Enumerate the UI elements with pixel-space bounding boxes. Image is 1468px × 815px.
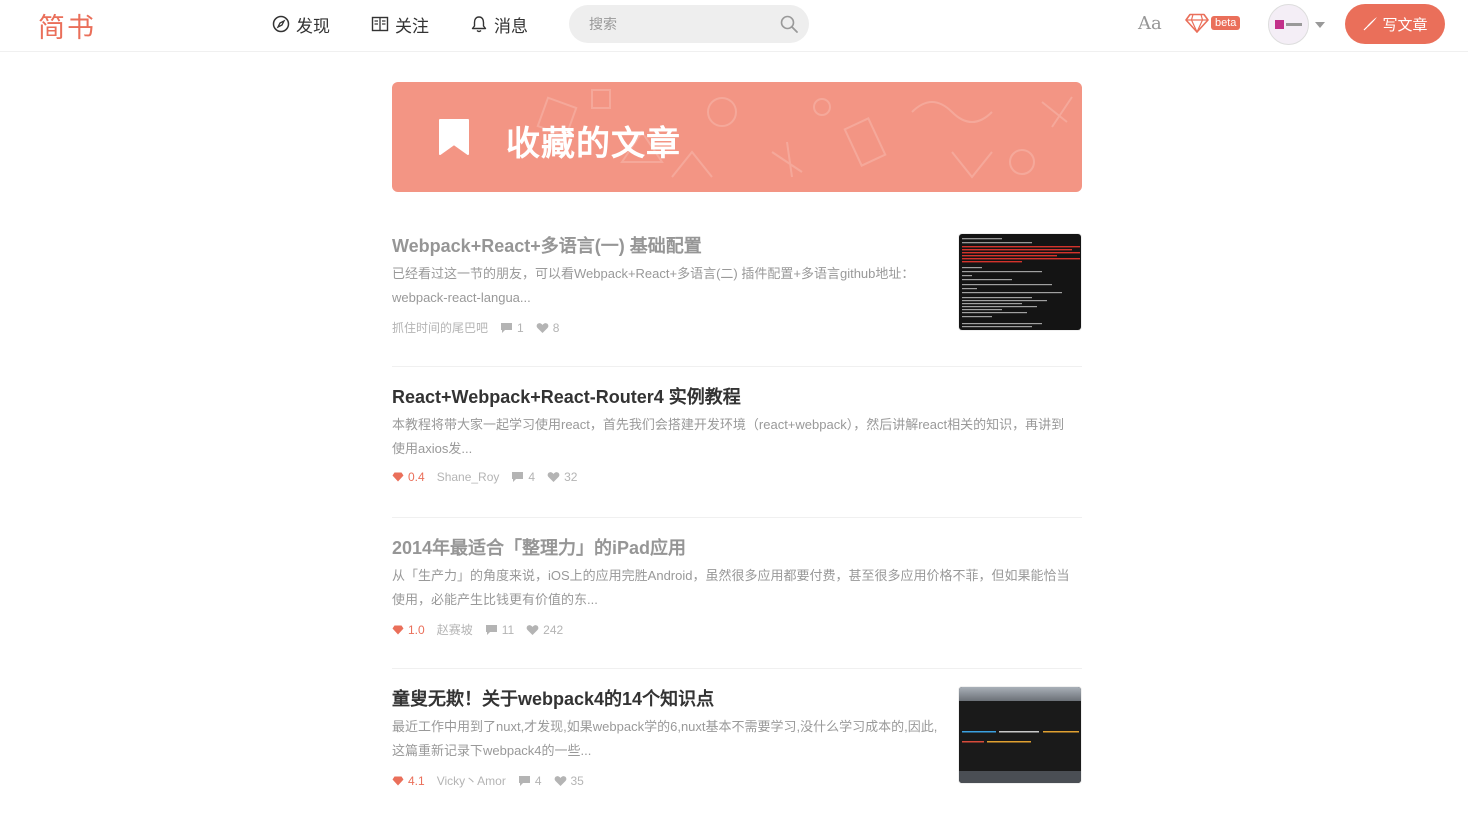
jianshu-logo[interactable]: 简书 xyxy=(38,6,96,45)
article-meta: 0.4 Shane_Roy 4 32 xyxy=(392,470,589,484)
top-navbar: 简书 发现 关注 消息 Aa xyxy=(0,0,1468,52)
write-article-label: 写文章 xyxy=(1382,16,1428,34)
abstract-line: 从「生产力」的角度来说，iOS上的应用完胜Android，虽然很多应用都要付费，… xyxy=(392,568,1070,583)
abstract-line: 这篇重新记录下webpack4的一些... xyxy=(392,743,592,758)
article-abstract: 已经看过这一节的朋友，可以看Webpack+React+多语言(二) 插件配置+… xyxy=(392,262,914,310)
diamond-icon xyxy=(392,472,404,482)
like-count: 35 xyxy=(570,773,584,788)
jsd-reward: 0.4 xyxy=(392,470,425,484)
comment-icon xyxy=(512,472,524,482)
like-count: 32 xyxy=(564,470,578,484)
comment-icon xyxy=(485,624,497,635)
abstract-line: 本教程将带大家一起学习使用react，首先我们会搭建开发环境（react+web… xyxy=(392,417,1065,432)
article-meta: 4.1 Vicky丶Amor 4 35 xyxy=(392,772,596,789)
nav-messages[interactable]: 消息 xyxy=(470,12,528,36)
list-item: 童叟无欺！关于webpack4的14个知识点 最近工作中用到了nuxt,才发现,… xyxy=(392,669,1082,815)
list-item: React+Webpack+React-Router4 实例教程 本教程将带大家… xyxy=(392,367,1082,518)
likes: 32 xyxy=(547,470,577,484)
nav-discover[interactable]: 发现 xyxy=(272,12,330,36)
article-meta: 1.0 赵赛坡 11 242 xyxy=(392,621,575,638)
webpack-screenshot-image xyxy=(959,687,1081,783)
bookmark-icon xyxy=(439,119,469,155)
comments-link[interactable]: 4 xyxy=(511,470,535,484)
nav-follow[interactable]: 关注 xyxy=(371,12,429,36)
jsd-value: 4.1 xyxy=(408,773,425,788)
abstract-line: 使用，必能产生比钱更有价值的东... xyxy=(392,592,598,607)
article-thumbnail[interactable] xyxy=(958,233,1082,331)
jsd-reward: 4.1 xyxy=(392,774,425,788)
jsd-value: 1.0 xyxy=(408,622,425,637)
heart-icon xyxy=(526,624,539,635)
bell-icon xyxy=(471,16,487,33)
jsd-reward: 1.0 xyxy=(392,623,425,637)
article-title[interactable]: Webpack+React+多语言(一) 基础配置 xyxy=(392,232,702,258)
search-icon[interactable] xyxy=(779,14,799,34)
like-count: 242 xyxy=(543,622,564,637)
likes: 242 xyxy=(526,623,563,637)
beta-badge: beta xyxy=(1211,16,1241,30)
avatar-logo-mark xyxy=(1274,20,1284,29)
avatar[interactable] xyxy=(1268,4,1309,45)
author-link[interactable]: Shane_Roy xyxy=(437,470,500,484)
likes: 8 xyxy=(536,320,560,335)
nav-messages-label: 消息 xyxy=(494,16,528,36)
diamond-icon xyxy=(392,625,404,634)
avatar-logo-text xyxy=(1285,23,1302,26)
search-input[interactable] xyxy=(569,5,769,43)
user-menu[interactable] xyxy=(1268,4,1325,45)
likes: 35 xyxy=(554,774,584,788)
search-box xyxy=(569,5,809,43)
author-link[interactable]: Vicky丶Amor xyxy=(437,772,506,789)
book-icon xyxy=(371,16,389,32)
pen-icon xyxy=(1364,17,1378,31)
diamond-icon xyxy=(1185,13,1209,33)
article-list: Webpack+React+多语言(一) 基础配置 已经看过这一节的朋友，可以看… xyxy=(392,216,1082,815)
article-abstract: 最近工作中用到了nuxt,才发现,如果webpack学的6,nuxt基本不需要学… xyxy=(392,715,937,763)
abstract-line: 已经看过这一节的朋友，可以看Webpack+React+多语言(二) 插件配置+… xyxy=(392,266,915,281)
chevron-down-icon xyxy=(1315,21,1325,28)
nav-follow-label: 关注 xyxy=(395,16,429,36)
abstract-line: webpack-react-langua... xyxy=(392,290,531,305)
comment-count: 11 xyxy=(501,622,515,637)
list-item: 2014年最适合「整理力」的iPad应用 从「生产力」的角度来说，iOS上的应用… xyxy=(392,518,1082,669)
list-item: Webpack+React+多语言(一) 基础配置 已经看过这一节的朋友，可以看… xyxy=(392,216,1082,367)
author-link[interactable]: 抓住时间的尾巴吧 xyxy=(392,319,488,336)
article-title[interactable]: 2014年最适合「整理力」的iPad应用 xyxy=(392,534,686,560)
abstract-line: 使用axios发... xyxy=(392,441,473,456)
article-title[interactable]: 童叟无欺！关于webpack4的14个知识点 xyxy=(392,685,714,711)
comment-count: 1 xyxy=(517,320,524,335)
comments-link[interactable]: 1 xyxy=(500,321,524,335)
article-title[interactable]: React+Webpack+React-Router4 实例教程 xyxy=(392,383,741,409)
font-settings-button[interactable]: Aa xyxy=(1138,13,1162,34)
nav-discover-label: 发现 xyxy=(296,16,330,36)
jsd-value: 0.4 xyxy=(408,470,425,484)
heart-icon xyxy=(536,322,549,333)
avatar-image xyxy=(1274,20,1303,30)
banner-pattern xyxy=(536,89,1073,179)
comment-count: 4 xyxy=(534,773,542,788)
article-thumbnail[interactable] xyxy=(958,686,1082,784)
collection-banner: 收藏的文章 xyxy=(392,82,1082,192)
comment-count: 4 xyxy=(528,470,536,484)
article-abstract: 从「生产力」的角度来说，iOS上的应用完胜Android，虽然很多应用都要付费，… xyxy=(392,564,1069,612)
write-article-button[interactable]: 写文章 xyxy=(1345,4,1445,44)
diamond-icon xyxy=(392,776,404,785)
comments-link[interactable]: 4 xyxy=(518,774,542,788)
abstract-line: 最近工作中用到了nuxt,才发现,如果webpack学的6,nuxt基本不需要学… xyxy=(392,719,938,734)
comment-icon xyxy=(518,775,530,786)
heart-icon xyxy=(547,472,560,482)
article-meta: 抓住时间的尾巴吧 1 8 xyxy=(392,319,571,336)
terminal-screenshot-image xyxy=(959,234,1081,330)
heart-icon xyxy=(554,775,566,786)
comment-icon xyxy=(501,322,513,333)
compass-icon xyxy=(272,15,290,33)
author-link[interactable]: 赵赛坡 xyxy=(437,621,473,638)
beta-diamond-link[interactable]: beta xyxy=(1185,13,1241,33)
like-count: 8 xyxy=(552,320,560,335)
article-abstract: 本教程将带大家一起学习使用react，首先我们会搭建开发环境（react+web… xyxy=(392,413,1064,461)
comments-link[interactable]: 11 xyxy=(485,623,514,637)
page-title: 收藏的文章 xyxy=(506,125,681,163)
